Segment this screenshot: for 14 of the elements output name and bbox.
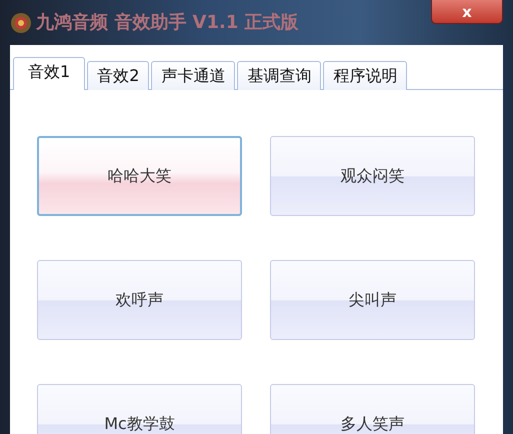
tab[interactable]: 基调查询 [237, 61, 322, 90]
tab[interactable]: 声卡通道 [151, 61, 236, 90]
sound-button[interactable]: 欢呼声 [37, 260, 242, 340]
sound-button[interactable]: 尖叫声 [270, 260, 475, 340]
tab[interactable]: 音效2 [87, 61, 150, 90]
sound-button[interactable]: 观众闷笑 [270, 136, 475, 216]
window-title: 九鸿音频 音效助手 V1.1 正式版 [36, 11, 299, 35]
tab[interactable]: 程序说明 [323, 61, 408, 90]
app-icon [10, 12, 32, 34]
sound-button[interactable]: 多人笑声 [270, 384, 475, 434]
tab[interactable]: 音效1 [13, 57, 86, 90]
close-button[interactable]: x [431, 0, 503, 24]
sound-button[interactable]: 哈哈大笑 [37, 136, 242, 216]
sound-button[interactable]: Mc教学鼓 [37, 384, 242, 434]
